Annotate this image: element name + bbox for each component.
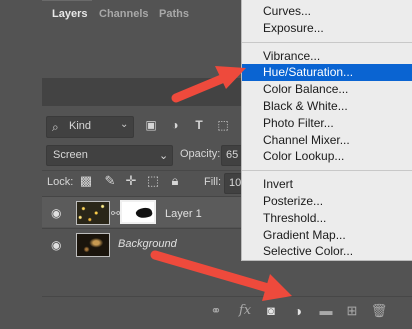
new-group-folder-icon[interactable]: ▬ <box>317 302 335 320</box>
chain-link-icon[interactable]: ⚯ <box>111 207 120 220</box>
layer-thumbnail <box>76 201 110 225</box>
new-layer-icon[interactable]: ⊞ <box>343 302 361 320</box>
search-icon: ⌕ <box>52 120 59 134</box>
layer-mask-thumbnail[interactable] <box>120 200 156 224</box>
menu-separator <box>242 170 412 171</box>
adjustment-filter-icon[interactable]: ◑ <box>167 117 183 133</box>
menu-item-invert[interactable]: Invert <box>242 176 412 193</box>
link-layers-icon[interactable]: ⚭ <box>207 302 225 320</box>
menu-separator <box>242 42 412 43</box>
layer-name[interactable]: Background <box>118 238 177 250</box>
menu-item-gradient-map[interactable]: Gradient Map... <box>242 227 412 244</box>
layer-name[interactable]: Layer 1 <box>165 208 202 220</box>
add-mask-icon[interactable]: ◙ <box>262 302 280 320</box>
tab-paths[interactable]: Paths <box>159 0 189 28</box>
shape-filter-icon[interactable]: ⬚ <box>215 117 231 133</box>
menu-item-vibrance[interactable]: Vibrance... <box>242 48 412 65</box>
menu-item-hue-saturation[interactable]: Hue/Saturation... <box>242 64 412 81</box>
lock-artboard-icon[interactable]: ⬚ <box>145 173 161 189</box>
tab-channels[interactable]: Channels <box>99 0 149 28</box>
opacity-label: Opacity: <box>180 148 221 160</box>
fx-label: fx <box>238 303 252 318</box>
blend-mode-value: Screen <box>53 149 88 161</box>
lock-image-pixels-icon[interactable]: ✎ <box>102 173 118 189</box>
image-filter-icon[interactable]: ▣ <box>143 117 159 133</box>
trash-icon[interactable]: 🗑︎ <box>370 302 388 320</box>
fill-value: 10 <box>229 177 242 189</box>
tab-layers[interactable]: Layers <box>42 0 92 28</box>
menu-item-photo-filter[interactable]: Photo Filter... <box>242 115 412 132</box>
menu-item-curves[interactable]: Curves... <box>242 3 412 20</box>
menu-item-threshold[interactable]: Threshold... <box>242 210 412 227</box>
menu-item-exposure[interactable]: Exposure... <box>242 20 412 37</box>
fx-icon[interactable]: fx <box>236 302 254 320</box>
opacity-value: 65 <box>226 149 239 161</box>
kind-filter-dropdown[interactable]: ⌕ Kind ⌄ <box>46 116 134 138</box>
kind-filter-label: Kind <box>69 120 92 132</box>
menu-item-color-lookup[interactable]: Color Lookup... <box>242 148 412 165</box>
lock-transparent-pixels-icon[interactable]: ▩ <box>78 173 94 189</box>
new-adjustment-layer-icon[interactable]: ◑ <box>289 302 307 320</box>
adjustment-layer-menu: Curves... Exposure... Vibrance... Hue/Sa… <box>241 0 412 261</box>
menu-item-color-balance[interactable]: Color Balance... <box>242 81 412 98</box>
chevron-down-icon: ⌄ <box>159 150 169 162</box>
menu-item-black-white[interactable]: Black & White... <box>242 98 412 115</box>
fill-label: Fill: <box>204 176 222 188</box>
blend-mode-dropdown[interactable]: Screen ⌄ <box>46 145 173 166</box>
type-filter-icon[interactable]: T <box>191 117 207 133</box>
menu-item-posterize[interactable]: Posterize... <box>242 193 412 210</box>
menu-item-selective-color[interactable]: Selective Color... <box>242 243 412 260</box>
eye-icon[interactable]: ◉ <box>51 207 65 219</box>
eye-icon[interactable]: ◉ <box>51 239 65 251</box>
lock-all-icon[interactable]: 🔒︎ <box>167 173 183 189</box>
lock-label: Lock: <box>47 176 74 188</box>
menu-item-channel-mixer[interactable]: Channel Mixer... <box>242 132 412 149</box>
layers-panel: Layers Channels Paths ⌕ Kind ⌄ ▣ ◑ T ⬚ S… <box>0 0 412 329</box>
layer-thumbnail <box>76 233 110 257</box>
chevron-down-icon: ⌄ <box>120 119 129 130</box>
lock-position-icon[interactable]: ✛ <box>123 173 139 189</box>
